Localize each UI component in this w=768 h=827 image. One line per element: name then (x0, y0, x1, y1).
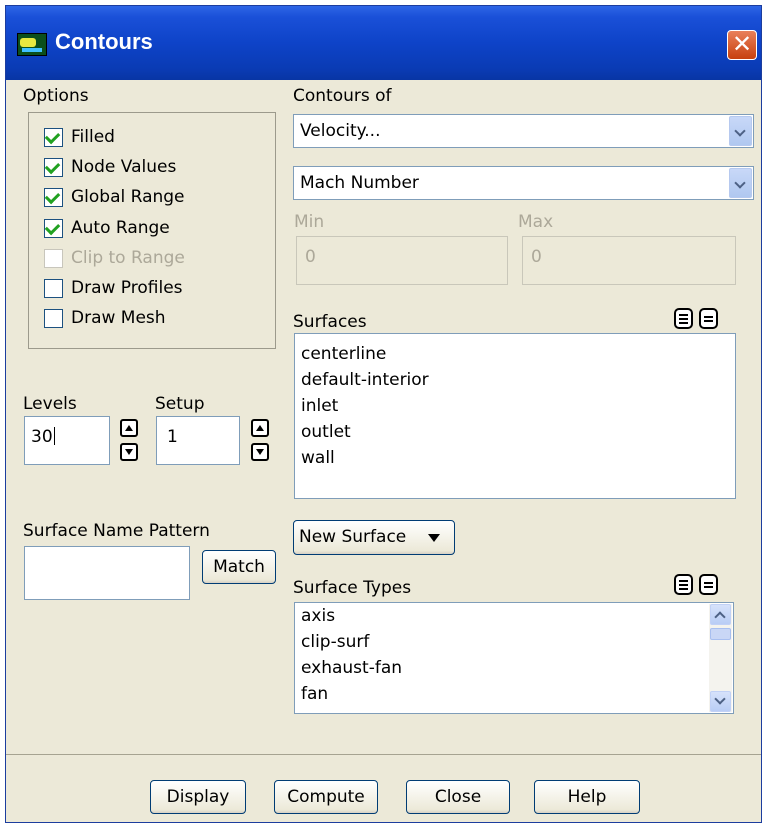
new-surface-label: New Surface (299, 527, 407, 547)
surfaces-list[interactable]: centerline default-interior inlet outlet… (294, 333, 736, 499)
decrement-icon[interactable] (120, 443, 138, 461)
contours-of-label: Contours of (293, 86, 392, 106)
close-button[interactable]: Close (406, 780, 510, 814)
surfaces-label: Surfaces (293, 312, 367, 332)
surface-name-pattern-label: Surface Name Pattern (23, 521, 210, 541)
increment-icon[interactable] (251, 419, 269, 437)
list-item[interactable]: default-interior (301, 370, 429, 390)
chevron-down-icon[interactable] (729, 168, 752, 198)
max-field: 0 (522, 236, 736, 285)
option-label: Draw Mesh (71, 308, 166, 328)
option-label: Draw Profiles (71, 278, 183, 298)
list-item[interactable]: centerline (301, 344, 386, 364)
deselect-all-icon[interactable] (699, 308, 718, 329)
scroll-up-icon[interactable] (710, 604, 731, 625)
display-button[interactable]: Display (150, 780, 246, 814)
compute-label: Compute (287, 787, 365, 807)
draw-mesh-checkbox[interactable] (44, 309, 63, 328)
surface-name-pattern-input[interactable] (24, 546, 190, 600)
window-title: Contours (55, 29, 153, 54)
help-label: Help (567, 787, 607, 807)
new-surface-menu-button[interactable]: New Surface (293, 520, 455, 555)
scroll-thumb[interactable] (710, 628, 731, 640)
check-icon (44, 158, 61, 175)
min-field: 0 (296, 236, 508, 285)
select-all-icon[interactable] (674, 308, 693, 329)
list-item[interactable]: clip-surf (301, 632, 369, 652)
contours-variable-value: Mach Number (300, 173, 419, 193)
decrement-icon[interactable] (251, 443, 269, 461)
option-label: Auto Range (71, 218, 170, 238)
title-bar[interactable]: Contours ✕ (6, 6, 761, 80)
levels-label: Levels (23, 394, 77, 414)
draw-profiles-checkbox[interactable] (44, 279, 63, 298)
match-button[interactable]: Match (202, 550, 276, 584)
global-range-checkbox[interactable] (44, 188, 63, 207)
surface-types-label: Surface Types (293, 578, 412, 598)
min-label: Min (294, 212, 325, 232)
increment-icon[interactable] (120, 419, 138, 437)
setup-field[interactable]: 1 (156, 416, 240, 465)
surface-types-list[interactable]: axis clip-surf exhaust-fan fan (294, 602, 734, 714)
levels-spinner[interactable] (120, 419, 138, 462)
check-icon (44, 188, 61, 205)
option-label: Clip to Range (71, 248, 185, 268)
compute-button[interactable]: Compute (274, 780, 378, 814)
close-label: Close (434, 787, 482, 807)
contours-category-dropdown[interactable]: Velocity... (293, 114, 754, 148)
contours-variable-dropdown[interactable]: Mach Number (293, 166, 754, 200)
levels-field[interactable]: 30 (24, 416, 110, 465)
select-all-icon[interactable] (674, 574, 693, 595)
close-window-button[interactable]: ✕ (727, 30, 757, 60)
list-item[interactable]: axis (301, 606, 335, 626)
min-value: 0 (305, 247, 316, 267)
match-label: Match (213, 557, 265, 577)
caret-down-icon (428, 534, 440, 542)
display-label: Display (166, 787, 230, 807)
chevron-down-icon[interactable] (729, 116, 752, 146)
options-label: Options (23, 86, 89, 106)
list-item[interactable]: exhaust-fan (301, 658, 402, 678)
auto-range-checkbox[interactable] (44, 219, 63, 238)
option-label: Node Values (71, 157, 177, 177)
clip-to-range-checkbox (44, 249, 63, 268)
max-label: Max (518, 212, 554, 232)
option-label: Global Range (71, 187, 185, 207)
setup-label: Setup (155, 394, 205, 414)
list-item[interactable]: wall (301, 448, 335, 468)
deselect-all-icon[interactable] (699, 574, 718, 595)
footer-divider (6, 754, 761, 755)
check-icon (44, 128, 61, 145)
list-item[interactable]: fan (301, 684, 328, 704)
app-icon (17, 33, 47, 56)
max-value: 0 (531, 247, 542, 267)
contours-category-value: Velocity... (300, 121, 381, 141)
option-label: Filled (71, 127, 115, 147)
check-icon (44, 219, 61, 236)
scroll-down-icon[interactable] (710, 691, 731, 712)
list-item[interactable]: outlet (301, 422, 351, 442)
help-button[interactable]: Help (534, 780, 640, 814)
setup-spinner[interactable] (251, 419, 269, 462)
close-icon: ✕ (731, 30, 753, 58)
surface-types-scrollbar[interactable] (709, 604, 732, 712)
contours-dialog: Contours ✕ Options Filled Node Values Gl… (5, 5, 762, 823)
list-item[interactable]: inlet (301, 396, 338, 416)
node-values-checkbox[interactable] (44, 158, 63, 177)
setup-value: 1 (167, 427, 178, 447)
filled-checkbox[interactable] (44, 128, 63, 147)
levels-value: 30 (31, 427, 55, 447)
